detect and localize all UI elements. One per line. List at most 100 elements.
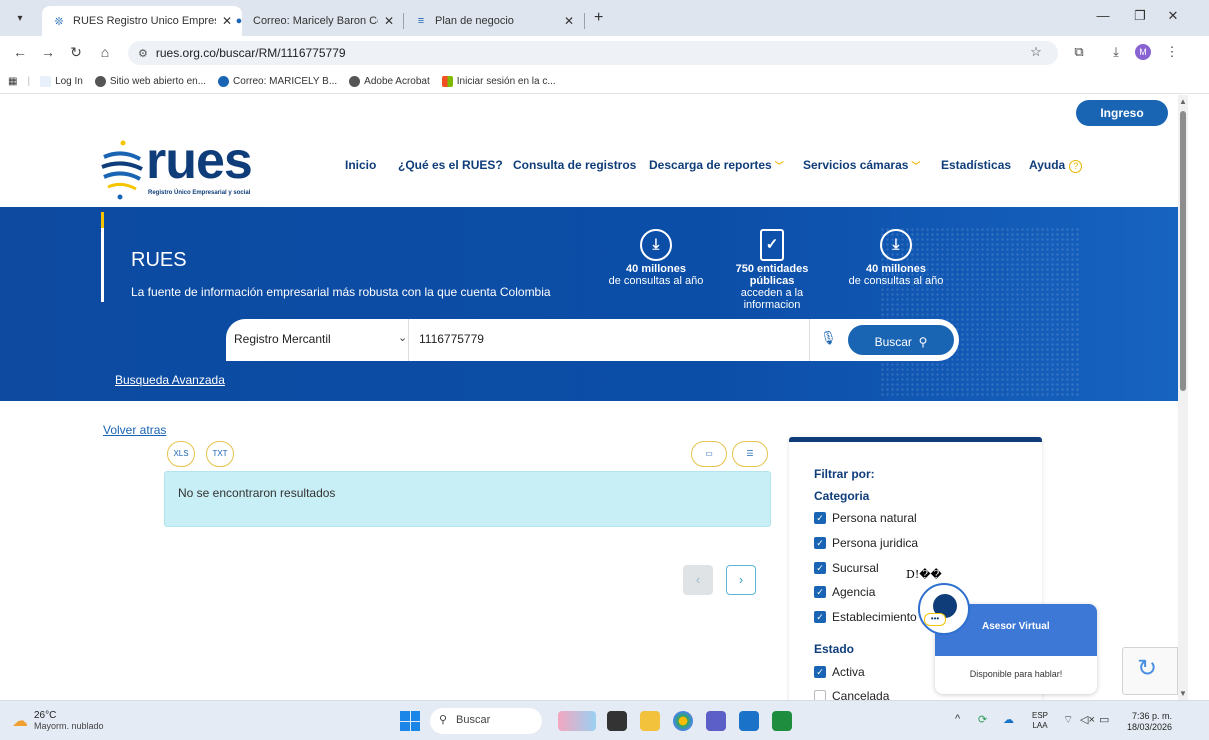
checkbox-checked-icon[interactable]: ✓ (814, 562, 826, 574)
scroll-down-icon[interactable]: ▼ (1179, 689, 1187, 698)
bookmark-iniciar-sesion[interactable]: Iniciar sesión en la c... (441, 76, 556, 87)
nav-estadisticas[interactable]: Estadísticas (941, 158, 1011, 172)
system-clock[interactable]: 7:36 p. m. 18/03/2026 (1124, 711, 1172, 733)
language-code: ESP (1032, 711, 1049, 720)
new-tab-icon[interactable]: + (594, 9, 603, 27)
tab-plan-negocio[interactable]: ≡ Plan de negocio ✕ (404, 6, 584, 36)
file-explorer-icon[interactable] (640, 711, 660, 731)
page-scrollbar[interactable]: ▲ ▼ (1178, 95, 1188, 700)
filter-persona-natural[interactable]: ✓ Persona natural (814, 511, 917, 525)
tab-title: Correo: Maricely Baron Contrer (253, 15, 378, 27)
registry-type-select[interactable]: Registro Mercantil (234, 332, 331, 346)
bookmark-log-in[interactable]: Log In (40, 76, 83, 87)
tab-correo[interactable]: ● Correo: Maricely Baron Contrer ✕ (222, 6, 404, 36)
search-button[interactable]: Buscar ⚲ (846, 323, 956, 357)
bookmark-correo[interactable]: Correo: MARICELY B... (218, 76, 337, 87)
filter-persona-juridica[interactable]: ✓ Persona juridica (814, 536, 918, 550)
tray-overflow-icon[interactable]: ^ (955, 713, 960, 725)
nav-inicio[interactable]: Inicio (345, 158, 376, 172)
outlook-icon (218, 76, 230, 87)
filter-activa[interactable]: ✓ Activa (814, 665, 865, 679)
export-txt-icon[interactable]: TXT (206, 441, 234, 467)
bookmark-sitio-web[interactable]: Sitio web abierto en... (94, 76, 206, 87)
tab-search-menu[interactable]: ▾ (10, 10, 30, 28)
reload-icon[interactable]: ↻ (66, 44, 86, 61)
task-view-icon[interactable] (607, 711, 627, 731)
stat-value: 750 entidades públicas (735, 263, 809, 287)
weather-widget[interactable]: ☁ 26°C Mayorm. nublado (12, 710, 104, 732)
language-indicator[interactable]: ESP LAA (1032, 711, 1048, 731)
nav-que-es-rues[interactable]: ¿Qué es el RUES? (398, 158, 503, 172)
checkbox-checked-icon[interactable]: ✓ (814, 666, 826, 678)
bookmark-adobe[interactable]: Adobe Acrobat (349, 76, 430, 87)
export-xls-icon[interactable]: XLS (167, 441, 195, 467)
back-link[interactable]: Volver atras (103, 423, 166, 437)
download-icon: ⤓ (640, 229, 672, 261)
next-page-button[interactable]: › (726, 565, 756, 595)
close-tab-icon[interactable]: ✕ (564, 14, 574, 28)
microphone-icon[interactable]: 🎙 (820, 330, 837, 346)
no-results-alert: No se encontraron resultados (164, 471, 771, 527)
tab-rues[interactable]: ❊ RUES Registro Unico Empresari ✕ (42, 6, 242, 36)
checkbox-checked-icon[interactable]: ✓ (814, 512, 826, 524)
back-icon[interactable]: ← (10, 44, 30, 60)
nav-label: Ayuda (1029, 158, 1066, 172)
home-icon[interactable]: ⌂ (95, 44, 115, 60)
checkbox-unchecked-icon[interactable] (814, 690, 826, 700)
search-divider (408, 319, 409, 361)
filter-cancelada[interactable]: Cancelada (814, 689, 889, 700)
previous-page-button[interactable]: ‹ (683, 565, 713, 595)
windows-start-icon[interactable] (400, 711, 420, 731)
filter-sucursal[interactable]: ✓ Sucursal (814, 561, 879, 575)
advanced-search-link[interactable]: Busqueda Avanzada (115, 373, 225, 387)
nav-descarga-reportes[interactable]: Descarga de reportes ﹀ (649, 158, 784, 172)
list-view-icon[interactable]: ☰ (732, 441, 768, 467)
recaptcha-badge[interactable]: ↻ (1122, 647, 1178, 695)
wifi-icon[interactable]: ⌔ (1063, 713, 1073, 727)
search-input[interactable]: 1116775779 (419, 332, 484, 346)
battery-icon[interactable]: ▭ (1099, 713, 1109, 726)
chevron-down-icon[interactable]: ⌄ (398, 331, 407, 344)
card-view-icon[interactable]: ▭ (691, 441, 727, 467)
rues-logo[interactable]: rues Registro Único Empresarial y social (100, 132, 270, 205)
assistant-avatar-icon[interactable]: ••• (918, 583, 970, 635)
excel-icon[interactable] (772, 711, 792, 731)
teams-icon[interactable] (706, 711, 726, 731)
close-tab-icon[interactable]: ✕ (384, 14, 394, 28)
scroll-up-icon[interactable]: ▲ (1179, 97, 1187, 106)
url-field[interactable]: ⚙ rues.org.co/buscar/RM/1116775779 (128, 41, 1058, 65)
taskbar-search[interactable]: ⚲ Buscar (430, 708, 542, 734)
sync-icon[interactable]: ⟳ (978, 713, 987, 726)
login-button[interactable]: Ingreso (1076, 100, 1168, 126)
minimize-icon[interactable]: — (1093, 8, 1113, 23)
bookmark-star-icon[interactable]: ☆ (1027, 44, 1045, 60)
checkbox-label: Persona natural (832, 511, 917, 525)
forward-icon[interactable]: → (38, 44, 58, 60)
cloud-icon[interactable]: ☁ (1003, 713, 1014, 726)
site-info-icon[interactable]: ⚙ (138, 47, 148, 60)
filter-agencia[interactable]: ✓ Agencia (814, 585, 875, 599)
weather-description: Mayorm. nublado (34, 721, 104, 731)
nav-consulta-registros[interactable]: Consulta de registros (513, 158, 636, 172)
outlook-app-icon[interactable] (739, 711, 759, 731)
downloads-icon[interactable]: ⤓ (1107, 44, 1125, 60)
restore-icon[interactable]: ❐ (1130, 8, 1150, 24)
checkbox-checked-icon[interactable]: ✓ (814, 586, 826, 598)
close-window-icon[interactable]: ✕ (1163, 8, 1183, 24)
scrollbar-thumb[interactable] (1180, 111, 1186, 391)
filter-establecimiento[interactable]: ✓ Establecimiento (814, 610, 917, 624)
profile-avatar[interactable]: M (1135, 44, 1151, 60)
widgets-app-icon[interactable] (558, 711, 596, 731)
nav-servicios-camaras[interactable]: Servicios cámaras ﹀ (803, 158, 920, 172)
apps-grid-icon[interactable]: ▦ (8, 76, 17, 87)
extensions-icon[interactable]: ⧉ (1070, 44, 1088, 60)
nav-ayuda[interactable]: Ayuda? (1029, 158, 1083, 173)
checkbox-checked-icon[interactable]: ✓ (814, 611, 826, 623)
chevron-down-icon: ﹀ (911, 161, 921, 171)
hero-title: RUES (131, 249, 187, 271)
chrome-icon[interactable] (673, 711, 693, 731)
volume-muted-icon[interactable]: ◁× (1080, 713, 1095, 726)
checkbox-checked-icon[interactable]: ✓ (814, 537, 826, 549)
hero-subtitle: La fuente de información empresarial más… (131, 285, 551, 299)
browser-menu-icon[interactable]: ⋮ (1163, 44, 1181, 60)
